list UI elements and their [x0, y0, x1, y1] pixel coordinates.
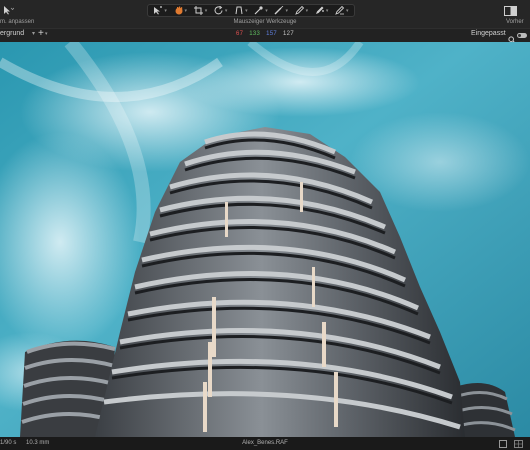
overlay-toggle[interactable] [517, 33, 527, 38]
before-label: Vorher [506, 19, 524, 25]
compare-icon[interactable] [504, 4, 517, 16]
tools-label: Mauszeiger Werkzeuge [233, 19, 297, 25]
keystone-tool[interactable]: ▾ [234, 5, 248, 16]
luma-value: 127 [283, 31, 294, 37]
file-name: Alex_Benes.RAF [242, 440, 288, 446]
rotate-tool[interactable]: ▾ [214, 5, 227, 16]
cursor-tools-group: ▾ ▾ ▾ ▾ ▾ ▾ ▾ ▾ ▾ ▾ [147, 4, 355, 17]
grid-icon[interactable] [514, 440, 523, 450]
fullscreen-icon[interactable] [499, 440, 507, 448]
crop-tool[interactable]: ▾ [193, 5, 207, 16]
zoom-selector[interactable]: Eingepasst [471, 30, 506, 37]
green-value: 133 [249, 31, 261, 37]
status-bar: 1/90 s 10.3 mm Alex_Benes.RAF [0, 437, 530, 450]
color-readout: 67 133 157 127 [0, 31, 530, 37]
picker-tool[interactable]: ▾ [254, 5, 268, 16]
brush-tool[interactable]: ▾ [274, 5, 288, 16]
image-viewer[interactable] [0, 42, 530, 437]
pen-tool[interactable]: ▾ [294, 5, 308, 16]
cursor-adjust-icon[interactable] [2, 4, 16, 16]
pen-alt-tool[interactable]: ▾ [315, 5, 328, 16]
blue-value: 157 [266, 31, 278, 37]
eraser-tool[interactable]: ▾ [335, 5, 349, 16]
pan-tool[interactable]: ▾ [153, 5, 167, 16]
viewer-header: ergrund ▾ + ▾ 67 133 157 127 Eingepasst [0, 28, 530, 44]
red-value: 67 [236, 31, 244, 37]
photo-canvas [0, 42, 530, 437]
top-toolbar: m. anpassen ▾ ▾ ▾ ▾ ▾ ▾ ▾ ▾ ▾ ▾ Mauszeig… [0, 0, 530, 28]
hand-tool[interactable]: ▾ [174, 5, 187, 16]
